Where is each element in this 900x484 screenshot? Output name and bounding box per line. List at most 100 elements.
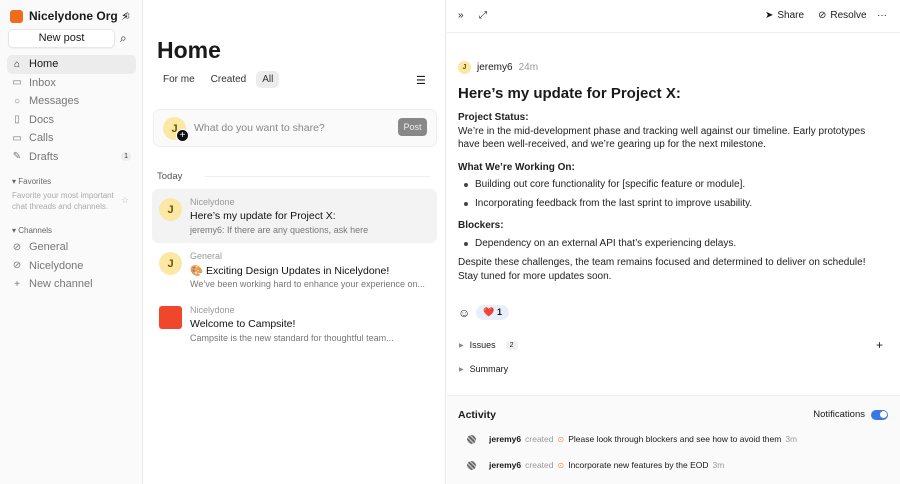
tab-for-me[interactable]: For me bbox=[157, 71, 201, 88]
nav-label: Docs bbox=[29, 113, 55, 126]
collapse-icon[interactable]: » bbox=[458, 10, 464, 21]
feed-item[interactable]: Nicelydone Welcome to Campsite! Campsite… bbox=[152, 297, 437, 351]
timestamp: 24m bbox=[518, 62, 539, 73]
sidebar-item-drafts[interactable]: ✎ Drafts 1 bbox=[7, 148, 136, 167]
tab-created[interactable]: Created bbox=[205, 71, 253, 88]
feed-item[interactable]: J General 🎨 Exciting Design Updates in N… bbox=[152, 243, 437, 297]
issue-icon: ⊙ bbox=[557, 434, 565, 444]
channels-heading[interactable]: ▾ Channels bbox=[12, 226, 52, 235]
sidebar-item-messages[interactable]: ○ Messages bbox=[7, 92, 136, 111]
post-button[interactable]: Post bbox=[398, 118, 427, 136]
activity-panel: Activity Notifications jeremy6 created ⊙ Pl… bbox=[447, 395, 900, 484]
heart-icon: ❤️ bbox=[483, 307, 495, 317]
more-icon[interactable]: ··· bbox=[877, 10, 887, 21]
favorites-hint: Favorite your most important chat thread… bbox=[12, 191, 114, 211]
issues-toggle[interactable]: ▶ Issues 2 bbox=[459, 340, 518, 350]
activity-issue[interactable]: Please look through blockers and see how… bbox=[568, 434, 781, 444]
activity-item: jeremy6 created ⊙ Incorporate new features … bbox=[467, 460, 724, 470]
plus-icon: + bbox=[14, 278, 20, 290]
feed-item[interactable]: J Nicelydone Here’s my update for Projec… bbox=[152, 189, 437, 243]
activity-time: 3m bbox=[712, 460, 725, 470]
issue-icon: ⊙ bbox=[557, 460, 565, 470]
resolve-button[interactable]: ⊘ Resolve bbox=[818, 10, 867, 21]
post-title: Here’s my update for Project X: bbox=[458, 85, 681, 102]
tab-all[interactable]: All bbox=[256, 71, 280, 88]
check-circle-icon: ⊘ bbox=[818, 10, 827, 21]
summary-toggle[interactable]: ▶ Summary bbox=[459, 364, 508, 374]
nav-label: Messages bbox=[29, 95, 80, 108]
channel-icon: ⊘ bbox=[12, 260, 22, 272]
activity-item: jeremy6 created ⊙ Please look through block… bbox=[467, 434, 797, 444]
status-heading: Project Status: bbox=[458, 112, 529, 123]
org-switcher[interactable]: Nicelydone Org ⇳ bbox=[10, 9, 131, 23]
list-item: Building out core functionality for [spe… bbox=[458, 178, 888, 192]
blockers-heading: Blockers: bbox=[458, 220, 504, 231]
channel-label: Nicelydone bbox=[29, 259, 84, 272]
status-text: We’re in the mid-development phase and t… bbox=[458, 125, 866, 151]
feed-title: Here’s my update for Project X: bbox=[190, 210, 336, 222]
draft-icon: ✎ bbox=[12, 151, 22, 163]
favorites-heading[interactable]: ▾ Favorites bbox=[12, 177, 51, 186]
sidebar-item-inbox[interactable]: ▭ Inbox bbox=[7, 74, 136, 93]
add-reaction-icon[interactable]: ☺ bbox=[458, 306, 470, 320]
channel-general[interactable]: ⊘ General bbox=[7, 238, 136, 257]
activity-title: Activity bbox=[458, 409, 496, 421]
add-issue-icon[interactable]: + bbox=[876, 338, 883, 352]
summary-label: Summary bbox=[469, 364, 509, 374]
message-icon: ○ bbox=[13, 95, 21, 107]
nav-label: Drafts bbox=[29, 150, 59, 163]
activity-issue[interactable]: Incorporate new features by the EOD bbox=[568, 460, 708, 470]
sidebar-item-docs[interactable]: ▯ Docs bbox=[7, 111, 136, 130]
home-icon: ⌂ bbox=[13, 58, 21, 70]
doc-icon: ▯ bbox=[14, 114, 20, 126]
reaction-heart[interactable]: ❤️ 1 bbox=[476, 305, 510, 320]
sidebar: Nicelydone Org ⇳ ⚡︎ New post ⌕ ⌂ Home ▭ Inb… bbox=[0, 0, 143, 484]
page-title: Home bbox=[157, 37, 221, 63]
nav-label: Calls bbox=[29, 132, 54, 145]
feed-title: 🎨 Exciting Design Updates in Nicelydone! bbox=[190, 265, 390, 277]
author-name[interactable]: jeremy6 bbox=[477, 62, 513, 73]
drafts-count: 1 bbox=[121, 152, 131, 162]
activity-verb: created bbox=[525, 434, 554, 444]
expand-icon[interactable]: ⤢ bbox=[479, 10, 487, 21]
feed-channel: General bbox=[190, 251, 223, 261]
reaction-count: 1 bbox=[497, 307, 503, 317]
avatar bbox=[467, 434, 476, 444]
campsite-logo bbox=[159, 306, 182, 329]
home-feed: Home For me Created All ☰ J + What do yo… bbox=[143, 0, 446, 484]
activity-user[interactable]: jeremy6 bbox=[489, 434, 521, 444]
filter-icon[interactable]: ☰ bbox=[416, 74, 426, 87]
feed-title: Welcome to Campsite! bbox=[190, 318, 296, 330]
caret-right-icon: ▶ bbox=[459, 366, 464, 373]
feed-snippet: Campsite is the new standard for thought… bbox=[190, 333, 394, 343]
new-post-button[interactable]: New post bbox=[8, 29, 115, 48]
post-detail: » ⤢ ➤ Share ⊘ Resolve ··· Jjeremy6 24m Here… bbox=[447, 0, 900, 484]
date-divider: Today bbox=[157, 171, 183, 182]
list-item: Incorporating feedback from the last spr… bbox=[458, 197, 888, 211]
post-composer[interactable]: J + What do you want to share? Post bbox=[153, 109, 437, 147]
new-channel-button[interactable]: + New channel bbox=[7, 275, 136, 294]
plus-icon[interactable]: + bbox=[176, 129, 189, 142]
avatar: J bbox=[458, 61, 471, 74]
search-icon[interactable]: ⌕ bbox=[120, 31, 127, 46]
issues-count: 2 bbox=[505, 340, 518, 350]
channel-label: General bbox=[29, 241, 69, 254]
activity-user[interactable]: jeremy6 bbox=[489, 460, 521, 470]
channels-label: Channels bbox=[18, 226, 53, 235]
send-icon: ➤ bbox=[765, 10, 774, 21]
notifications-toggle[interactable] bbox=[871, 409, 888, 420]
nav-label: Home bbox=[29, 58, 59, 71]
avatar: J bbox=[159, 198, 182, 221]
activity-time: 3m bbox=[785, 434, 798, 444]
sidebar-item-home[interactable]: ⌂ Home bbox=[7, 55, 136, 74]
inbox-icon: ▭ bbox=[12, 77, 22, 89]
share-button[interactable]: ➤ Share bbox=[765, 10, 804, 21]
sidebar-item-calls[interactable]: ▭ Calls bbox=[7, 129, 136, 148]
composer-input[interactable]: What do you want to share? bbox=[194, 122, 325, 134]
bolt-icon[interactable]: ⚡︎ bbox=[121, 10, 129, 23]
feed-snippet: We’ve been working hard to enhance your … bbox=[190, 279, 425, 289]
favorites-label: Favorites bbox=[18, 177, 52, 186]
new-channel-label: New channel bbox=[29, 278, 93, 291]
channel-nicelydone[interactable]: ⊘ Nicelydone bbox=[7, 257, 136, 276]
resolve-label: Resolve bbox=[830, 10, 867, 21]
